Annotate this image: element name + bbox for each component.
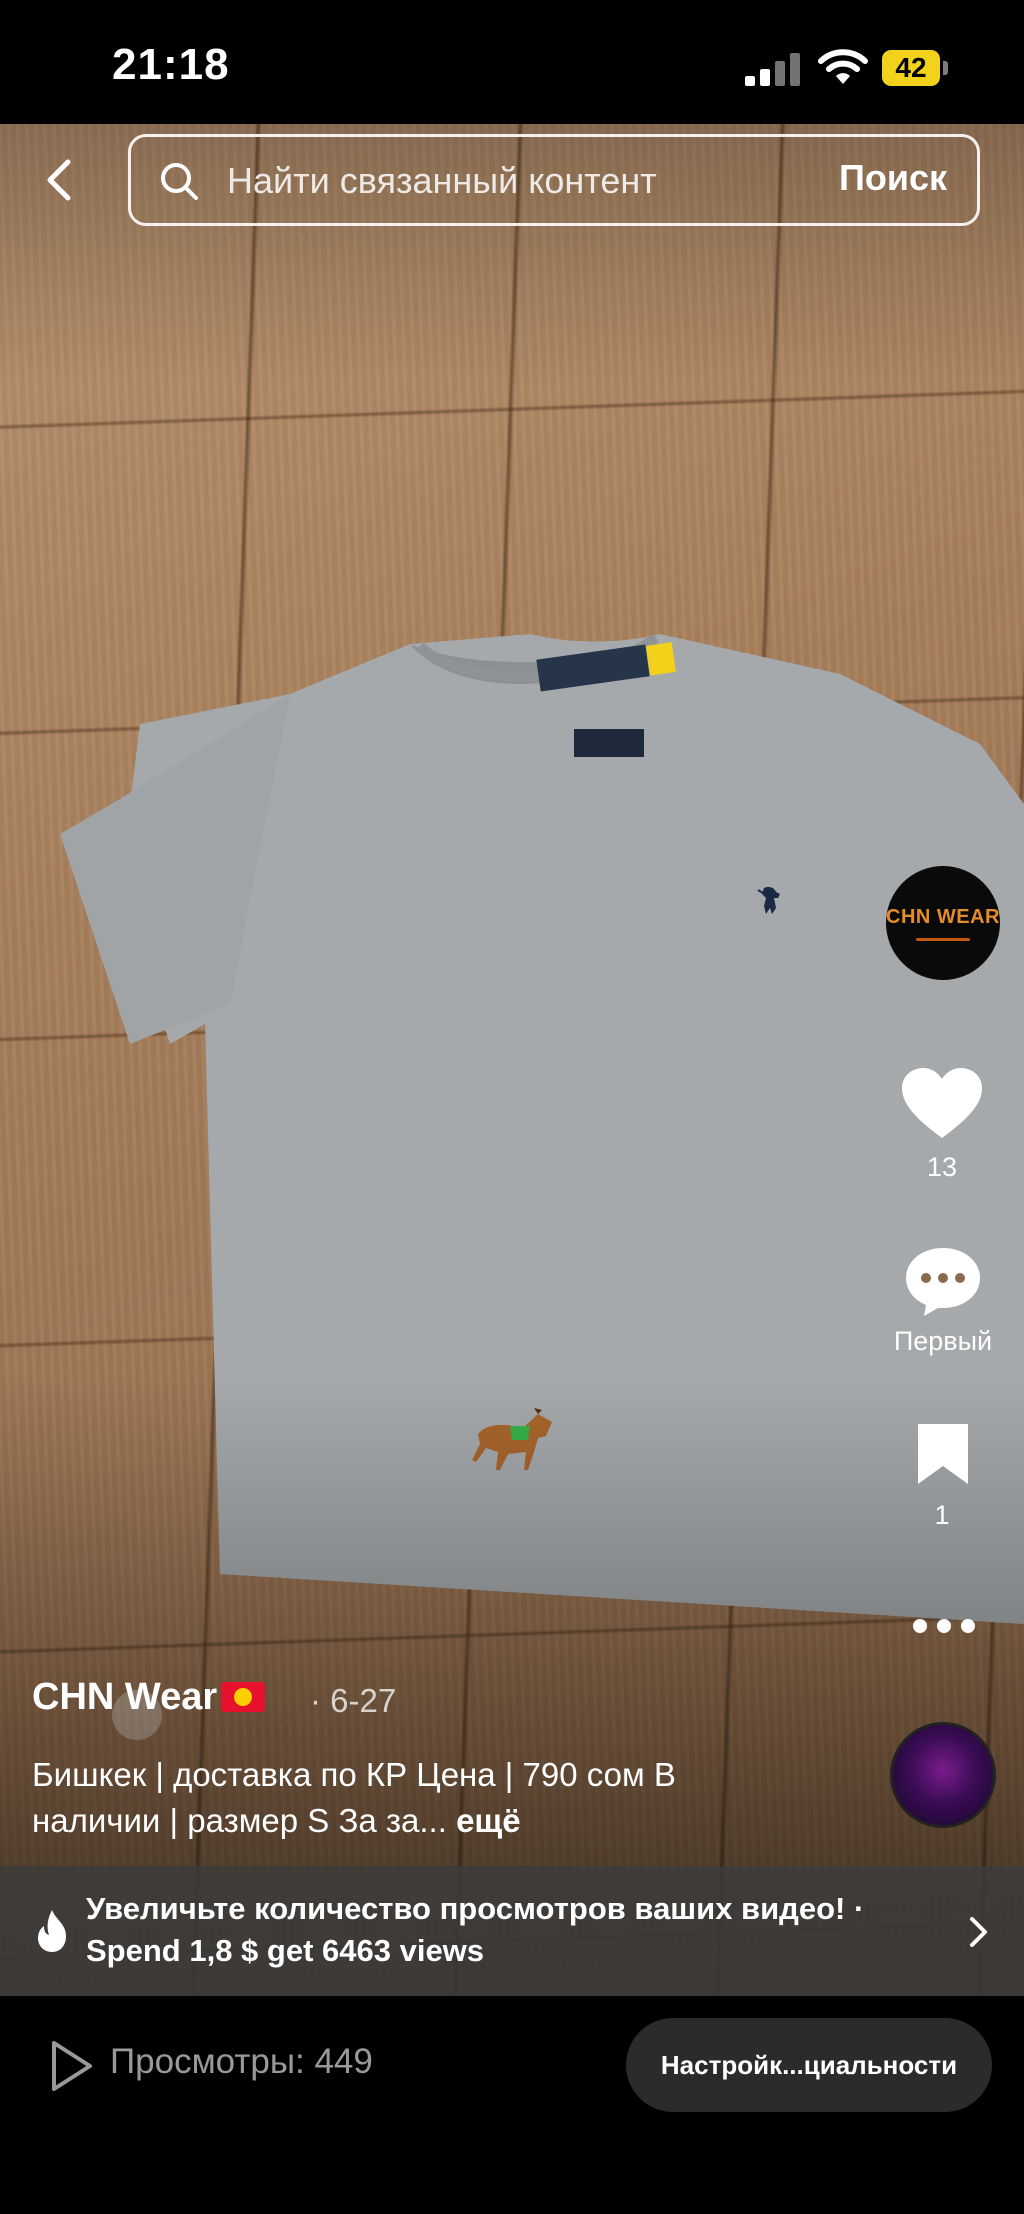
promo-banner[interactable]: Увеличьте количество просмотров ваших ви…: [0, 1866, 1024, 1996]
kyrgyzstan-flag-icon: [221, 1682, 266, 1712]
search-input[interactable]: [227, 155, 787, 207]
status-time: 21:18: [112, 40, 230, 89]
author-name-text: CHN Wear: [32, 1676, 218, 1718]
author-name[interactable]: CHN Wear: [32, 1676, 266, 1719]
more-icon[interactable]: [910, 1616, 978, 1636]
avatar-brand-text: CHN WEAR: [886, 906, 1000, 928]
music-disc-avatar[interactable]: [890, 1722, 996, 1828]
more-link[interactable]: ещё: [456, 1802, 521, 1839]
search-bar[interactable]: Поиск: [128, 134, 980, 226]
promo-text: Увеличьте количество просмотров ваших ви…: [86, 1891, 865, 1968]
post-date-text: 6-27: [330, 1682, 397, 1719]
bookmark-icon[interactable]: [914, 1420, 972, 1486]
avatar-underline: [916, 938, 970, 941]
status-bar: 21:18 42: [0, 0, 1024, 124]
play-icon: [52, 2041, 92, 2091]
like-count: 13: [926, 1152, 958, 1182]
chevron-right-icon: [970, 1917, 987, 1947]
creator-avatar[interactable]: CHN WEAR: [886, 866, 1000, 980]
back-icon[interactable]: [38, 158, 82, 202]
fire-icon: [38, 1910, 66, 1952]
heart-icon[interactable]: [902, 1068, 982, 1140]
privacy-settings-button[interactable]: Настройк...циальности: [626, 2018, 992, 2112]
search-icon: [161, 163, 198, 200]
cellular-signal-icon: [745, 52, 801, 86]
bottom-bar: Просмотры: 449 Настройк...циальности: [0, 1996, 1024, 2214]
wifi-icon: [818, 49, 868, 84]
description-text: Бишкек | доставка по КР Цена | 790 сом В…: [32, 1756, 676, 1839]
battery-tip: [943, 61, 948, 75]
search-button[interactable]: Поиск: [839, 157, 947, 199]
polo-logo-icon: [757, 887, 780, 914]
comment-icon[interactable]: [904, 1246, 982, 1318]
post-description[interactable]: Бишкек | доставка по КР Цена | 790 сом В…: [32, 1752, 772, 1844]
post-date: · 6-27: [310, 1682, 397, 1719]
battery-indicator: 42: [882, 50, 940, 86]
views-count: Просмотры: 449: [110, 2042, 373, 2081]
comment-label: Первый: [893, 1326, 993, 1356]
save-count: 1: [934, 1500, 950, 1530]
